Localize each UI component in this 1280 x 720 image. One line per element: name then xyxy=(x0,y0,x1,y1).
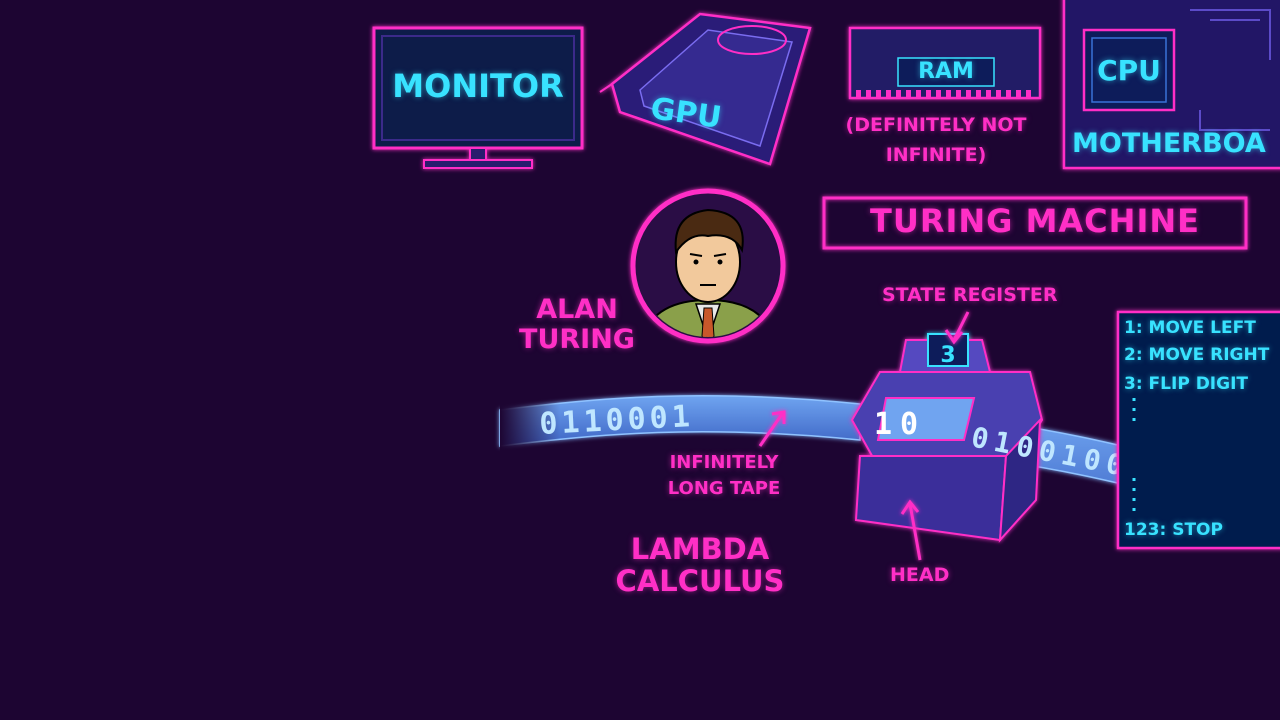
instruction-stop: 123: STOP xyxy=(1124,520,1223,540)
ram-pin xyxy=(1026,90,1031,98)
ram-pin xyxy=(1016,90,1021,98)
gpu-icon xyxy=(599,12,812,166)
turing-diagram-scene: 0110001 10 0100100102010 3 xyxy=(372,0,1280,561)
ram-pin xyxy=(856,90,861,98)
ram-pin xyxy=(906,90,911,98)
ram-label: RAM xyxy=(918,59,974,84)
ram-note-line-1: (DEFINITELY NOT xyxy=(845,114,1027,136)
state-register-label: STATE REGISTER xyxy=(882,284,1058,306)
tape-label-line-2: LONG TAPE xyxy=(667,478,781,499)
ram-pin xyxy=(986,90,991,98)
motherboard-label: MOTHERBOA xyxy=(1072,128,1266,159)
ram-pin xyxy=(946,90,951,98)
monitor-label: MONITOR xyxy=(392,67,564,105)
lambda-label-line-1: LAMBDA xyxy=(630,532,770,566)
state-register-value: 3 xyxy=(940,343,955,368)
tape-label-line-1: INFINITELY xyxy=(669,452,779,473)
tape-digits-window: 10 xyxy=(874,407,926,442)
alan-label-line-1: ALAN xyxy=(536,294,618,325)
ram-pin xyxy=(866,90,871,98)
ram-pin xyxy=(896,90,901,98)
lambda-label-line-2: CALCULUS xyxy=(615,564,785,598)
head-label: HEAD xyxy=(890,564,950,586)
instruction-3: 3: FLIP DIGIT xyxy=(1124,374,1249,394)
ram-note-line-2: INFINITE) xyxy=(885,144,987,166)
arrow-head xyxy=(900,499,922,561)
instruction-2: 2: MOVE RIGHT xyxy=(1124,345,1270,365)
ram-pin xyxy=(936,90,941,98)
ram-pin xyxy=(916,90,921,98)
instruction-1: 1: MOVE LEFT xyxy=(1124,318,1256,338)
cpu-label: CPU xyxy=(1097,54,1161,87)
ram-pin xyxy=(966,90,971,98)
ram-pin xyxy=(876,90,881,98)
ram-pin xyxy=(996,90,1001,98)
alan-label-line-2: TURING xyxy=(519,324,635,355)
ram-pin xyxy=(926,90,931,98)
turing-machine-title: TURING MACHINE xyxy=(870,202,1200,240)
ram-pin xyxy=(976,90,981,98)
tape-digits-left: 0110001 xyxy=(539,399,695,442)
ram-pin xyxy=(886,90,891,98)
ram-pin xyxy=(956,90,961,98)
alan-turing-portrait xyxy=(630,188,786,344)
ram-pin xyxy=(1006,90,1011,98)
